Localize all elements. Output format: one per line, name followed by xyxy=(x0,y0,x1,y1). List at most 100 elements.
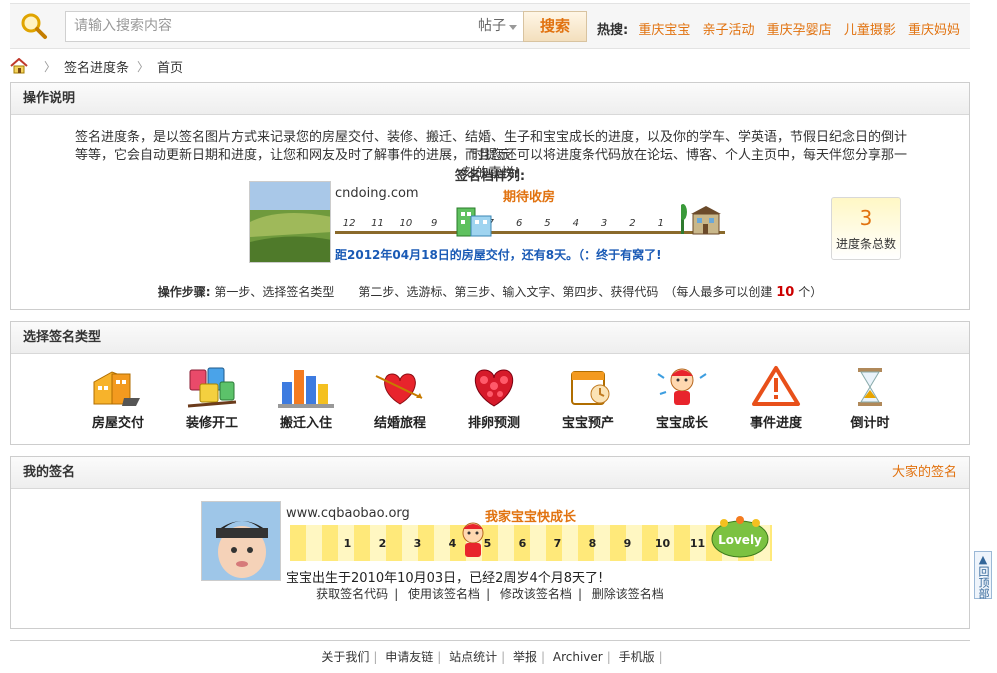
sample-site: cndoing.com xyxy=(335,186,419,201)
type-label: 结婚旅程 xyxy=(373,416,426,431)
progress-tick: 9 xyxy=(430,218,438,229)
breadcrumb-item[interactable]: 签名进度条 xyxy=(64,57,129,76)
signature-actions: 获取签名代码 | 使用该签名档 | 修改该签名档 | 删除该签名档 xyxy=(316,587,664,601)
footer: 关于我们 | 申请友链 | 站点统计 | 举报 | Archiver | 手机版 | xyxy=(10,640,970,665)
type-label: 排卵预测 xyxy=(467,416,520,431)
search-type-select[interactable]: 帖子 xyxy=(474,11,524,42)
search-icon[interactable] xyxy=(20,12,48,40)
hot-search-label: 热搜: xyxy=(597,23,629,38)
progress-tick: 1 xyxy=(343,537,352,550)
instructions-panel: 操作说明 签名进度条，是以签名图片方式来记录您的房屋交付、装修、搬迁、结婚、生子… xyxy=(10,82,970,310)
use-signature-link[interactable]: 使用该签名档 xyxy=(408,587,480,601)
progress-tick: 7 xyxy=(553,537,562,550)
progress-tick: 6 xyxy=(518,537,527,550)
hot-search-link[interactable]: 重庆妈妈 xyxy=(908,23,960,38)
sample-landscape-image xyxy=(249,181,331,263)
calendar-icon xyxy=(571,371,610,405)
type-wedding[interactable]: 结婚旅程 xyxy=(353,364,447,434)
type-list: 房屋交付 装修开工 搬迁入住 结婚旅程 排卵预测 宝宝预产 宝宝成长 事件进度 … xyxy=(71,364,917,434)
progress-tick: 5 xyxy=(544,218,551,229)
back-to-top-button[interactable]: ▲ 回顶部 xyxy=(974,551,992,599)
progress-tick: 12 xyxy=(342,218,356,229)
footer-link-stats[interactable]: 站点统计 xyxy=(449,650,497,664)
search-input[interactable]: 请输入搜索内容 xyxy=(65,11,475,42)
type-baby-growth[interactable]: 宝宝成长 xyxy=(635,364,729,434)
hot-search-link[interactable]: 重庆孕婴店 xyxy=(767,23,832,38)
progress-counter[interactable]: 3 进度条总数 xyxy=(831,197,901,260)
progress-tick: 2 xyxy=(378,537,387,550)
my-caption: 我家宝宝快成长 xyxy=(485,510,577,525)
type-ovulation[interactable]: 排卵预测 xyxy=(447,364,541,434)
panel-title-text: 我的签名 xyxy=(23,465,76,480)
delete-signature-link[interactable]: 删除该签名档 xyxy=(592,587,664,601)
steps-max-count: 10 xyxy=(776,285,795,300)
progress-tick: 8 xyxy=(588,537,597,550)
progress-tick: 10 xyxy=(654,537,671,550)
rose-heart-icon xyxy=(475,369,513,407)
house-delivery-icon xyxy=(93,371,140,406)
type-label: 装修开工 xyxy=(185,416,238,431)
type-due-date[interactable]: 宝宝预产 xyxy=(541,364,635,434)
baby-photo xyxy=(201,501,281,581)
types-panel: 选择签名类型 房屋交付 装修开工 搬迁入住 结婚旅程 排卵预测 宝宝预产 宝宝成… xyxy=(10,321,970,445)
type-move-in[interactable]: 搬迁入住 xyxy=(259,364,353,434)
type-countdown[interactable]: 倒计时 xyxy=(823,364,917,434)
type-label: 房屋交付 xyxy=(91,416,144,431)
my-message: 宝宝出生于2010年10月03日，已经2周岁4个月8天了! xyxy=(286,571,604,586)
blocks-icon xyxy=(278,370,334,408)
progress-tick: 6 xyxy=(515,218,523,229)
my-site: www.cqbaobao.org xyxy=(286,506,410,521)
hot-search-link[interactable]: 亲子活动 xyxy=(703,23,755,38)
progress-ticks: 123456789101112 xyxy=(330,537,750,551)
edit-signature-link[interactable]: 修改该签名档 xyxy=(500,587,572,601)
footer-link-friend[interactable]: 申请友链 xyxy=(385,650,433,664)
footer-link-archiver[interactable]: Archiver xyxy=(553,650,603,664)
baby-growth-icon xyxy=(657,368,707,405)
operation-steps: 操作步骤: 第一步、选择签名类型 第二步、选游标、第三步、输入文字、第四步、获得… xyxy=(11,283,969,300)
type-event-progress[interactable]: 事件进度 xyxy=(729,364,823,434)
house-icon xyxy=(681,204,721,235)
get-code-link[interactable]: 获取签名代码 xyxy=(316,587,388,601)
footer-link-report[interactable]: 举报 xyxy=(513,650,537,664)
type-label: 搬迁入住 xyxy=(279,416,332,431)
breadcrumb-separator: 〉 xyxy=(137,59,150,74)
steps-label: 操作步骤: xyxy=(157,285,211,299)
footer-link-mobile[interactable]: 手机版 xyxy=(619,650,655,664)
type-label: 事件进度 xyxy=(749,416,802,431)
type-label: 倒计时 xyxy=(850,416,890,431)
building-icon xyxy=(456,207,492,237)
type-house-delivery[interactable]: 房屋交付 xyxy=(71,364,165,434)
progress-tick: 2 xyxy=(629,218,636,229)
all-signatures-link[interactable]: 大家的签名 xyxy=(892,457,957,489)
sample-title: 签名档样列: xyxy=(454,169,526,184)
baby-cursor-icon xyxy=(462,522,484,557)
progress-count: 3 xyxy=(859,206,873,230)
steps-end: 个） xyxy=(798,285,823,299)
sample-caption: 期待收房 xyxy=(503,190,556,205)
type-renovation-start[interactable]: 装修开工 xyxy=(165,364,259,434)
search-button[interactable]: 搜索 xyxy=(523,11,587,42)
hot-search: 热搜: 重庆宝宝 亲子活动 重庆孕婴店 儿童摄影 重庆妈妈 xyxy=(597,19,968,38)
progress-tick: 3 xyxy=(600,218,608,229)
breadcrumb-item[interactable]: 首页 xyxy=(157,57,183,76)
progress-count-label: 进度条总数 xyxy=(835,237,896,251)
progress-tick: 11 xyxy=(371,218,384,229)
paint-buckets-icon xyxy=(187,367,237,408)
progress-tick: 9 xyxy=(623,537,632,550)
home-icon[interactable] xyxy=(10,58,28,74)
footer-link-about[interactable]: 关于我们 xyxy=(321,650,369,664)
hourglass-icon xyxy=(858,368,882,406)
growth-progress-bar: 123456789101112 Lovely xyxy=(290,516,772,561)
hot-search-link[interactable]: 儿童摄影 xyxy=(844,23,896,38)
back-to-top-label: 回顶部 xyxy=(977,566,990,599)
heart-arrow-icon xyxy=(375,373,423,405)
steps-text: 第一步、选择签名类型 第二步、选游标、第三步、输入文字、第四步、获得代码 （每人… xyxy=(214,285,773,299)
search-type-label: 帖子 xyxy=(478,18,506,34)
type-label: 宝宝预产 xyxy=(561,416,614,431)
panel-title: 操作说明 xyxy=(11,83,969,115)
hot-search-link[interactable]: 重庆宝宝 xyxy=(638,23,690,38)
lovely-badge: Lovely xyxy=(711,516,769,558)
sample-progress-bar: 121110987654321 xyxy=(335,204,725,240)
arrow-up-icon: ▲ xyxy=(978,553,988,566)
chevron-down-icon xyxy=(509,25,517,30)
